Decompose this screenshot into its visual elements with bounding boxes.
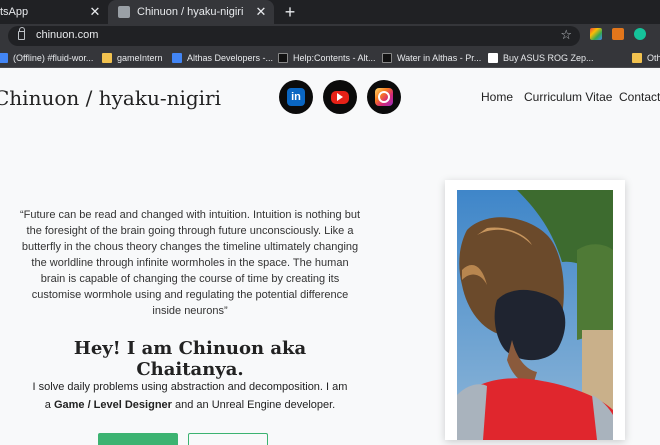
page-content: Chinuon / hyaku-nigiri in Home Curriculu… bbox=[0, 68, 660, 445]
linkedin-icon: in bbox=[287, 88, 305, 106]
tab-whatsapp[interactable]: tsApp ✕ bbox=[0, 0, 108, 24]
instagram-link[interactable] bbox=[367, 80, 401, 114]
nav-curriculum-vitae[interactable]: Curriculum Vitae bbox=[524, 90, 612, 104]
bookmark-item[interactable]: Buy ASUS ROG Zep... bbox=[488, 51, 594, 65]
greeting-heading: Hey! I am Chinuon aka Chaitanya. bbox=[20, 338, 360, 380]
url-text[interactable]: chinuon.com bbox=[36, 29, 98, 41]
browser-tab-strip: tsApp ✕ Chinuon / hyaku-nigiri ✕ + bbox=[0, 0, 660, 24]
nav-contact[interactable]: Contact bbox=[619, 90, 660, 104]
about-role: Game / Level Designer bbox=[53, 399, 172, 411]
bookmark-item[interactable]: Help:Contents - Alt... bbox=[278, 51, 376, 65]
greeting-name: Chinuon bbox=[178, 338, 265, 359]
new-tab-button[interactable]: + bbox=[282, 2, 298, 22]
bookmarks-bar: (Offline) #fluid-wor... gameIntern Altha… bbox=[0, 48, 660, 68]
folder-icon bbox=[632, 53, 642, 63]
tab-label: tsApp bbox=[0, 6, 29, 18]
bookmark-star-icon[interactable]: ☆ bbox=[560, 27, 572, 43]
about-line-1: I solve daily problems using abstraction… bbox=[32, 381, 348, 393]
profile-card bbox=[445, 180, 625, 440]
outline-button[interactable] bbox=[188, 433, 268, 445]
bookmark-item[interactable]: gameIntern bbox=[102, 51, 163, 65]
bookmark-item[interactable]: Water in Althas - Pr... bbox=[382, 51, 481, 65]
tab-chinuon[interactable]: Chinuon / hyaku-nigiri ✕ bbox=[108, 0, 274, 24]
site-brand[interactable]: Chinuon / hyaku-nigiri bbox=[0, 86, 221, 110]
bookmark-label: Help:Contents - Alt... bbox=[293, 53, 376, 63]
nav-home[interactable]: Home bbox=[481, 90, 513, 104]
extension-icon[interactable] bbox=[590, 28, 602, 40]
about-prefix: a bbox=[44, 399, 54, 411]
site-favicon-icon bbox=[118, 6, 130, 18]
site-icon bbox=[278, 53, 288, 63]
folder-icon bbox=[102, 53, 112, 63]
instagram-icon bbox=[375, 88, 393, 106]
profile-photo bbox=[457, 190, 613, 440]
site-icon bbox=[382, 53, 392, 63]
bookmark-label: (Offline) #fluid-wor... bbox=[13, 53, 94, 63]
grammarly-icon[interactable] bbox=[634, 28, 646, 40]
bookmark-label: Buy ASUS ROG Zep... bbox=[503, 53, 594, 63]
bookmark-label: Oth bbox=[647, 53, 660, 63]
linkedin-link[interactable]: in bbox=[279, 80, 313, 114]
lock-icon[interactable] bbox=[18, 27, 25, 40]
bookmark-label: Water in Althas - Pr... bbox=[397, 53, 482, 63]
intro-quote: “Future can be read and changed with int… bbox=[20, 209, 361, 317]
bookmark-label: gameIntern bbox=[117, 53, 163, 63]
tab-label: Chinuon / hyaku-nigiri bbox=[137, 6, 244, 18]
metamask-icon[interactable] bbox=[612, 28, 624, 40]
primary-button[interactable] bbox=[98, 433, 178, 445]
about-suffix: and an Unreal Engine developer. bbox=[171, 399, 336, 411]
amazon-icon bbox=[488, 53, 498, 63]
bookmark-item[interactable]: (Offline) #fluid-wor... bbox=[0, 51, 93, 65]
address-bar-row: chinuon.com ☆ bbox=[0, 24, 660, 48]
site-icon bbox=[172, 53, 182, 63]
bookmark-item[interactable]: Oth bbox=[632, 51, 660, 65]
youtube-link[interactable] bbox=[323, 80, 357, 114]
bookmark-label: Althas Developers -... bbox=[187, 53, 274, 63]
about-text: I solve daily problems using abstraction… bbox=[20, 378, 360, 414]
bookmark-item[interactable]: Althas Developers -... bbox=[172, 51, 273, 65]
greeting-prefix: Hey! I am bbox=[73, 338, 179, 359]
omnibox[interactable]: chinuon.com ☆ bbox=[8, 26, 580, 46]
youtube-icon bbox=[331, 90, 349, 104]
site-icon bbox=[0, 53, 8, 63]
profile-photo-illustration bbox=[457, 190, 613, 440]
close-icon[interactable]: ✕ bbox=[88, 4, 102, 20]
close-icon[interactable]: ✕ bbox=[254, 4, 268, 20]
